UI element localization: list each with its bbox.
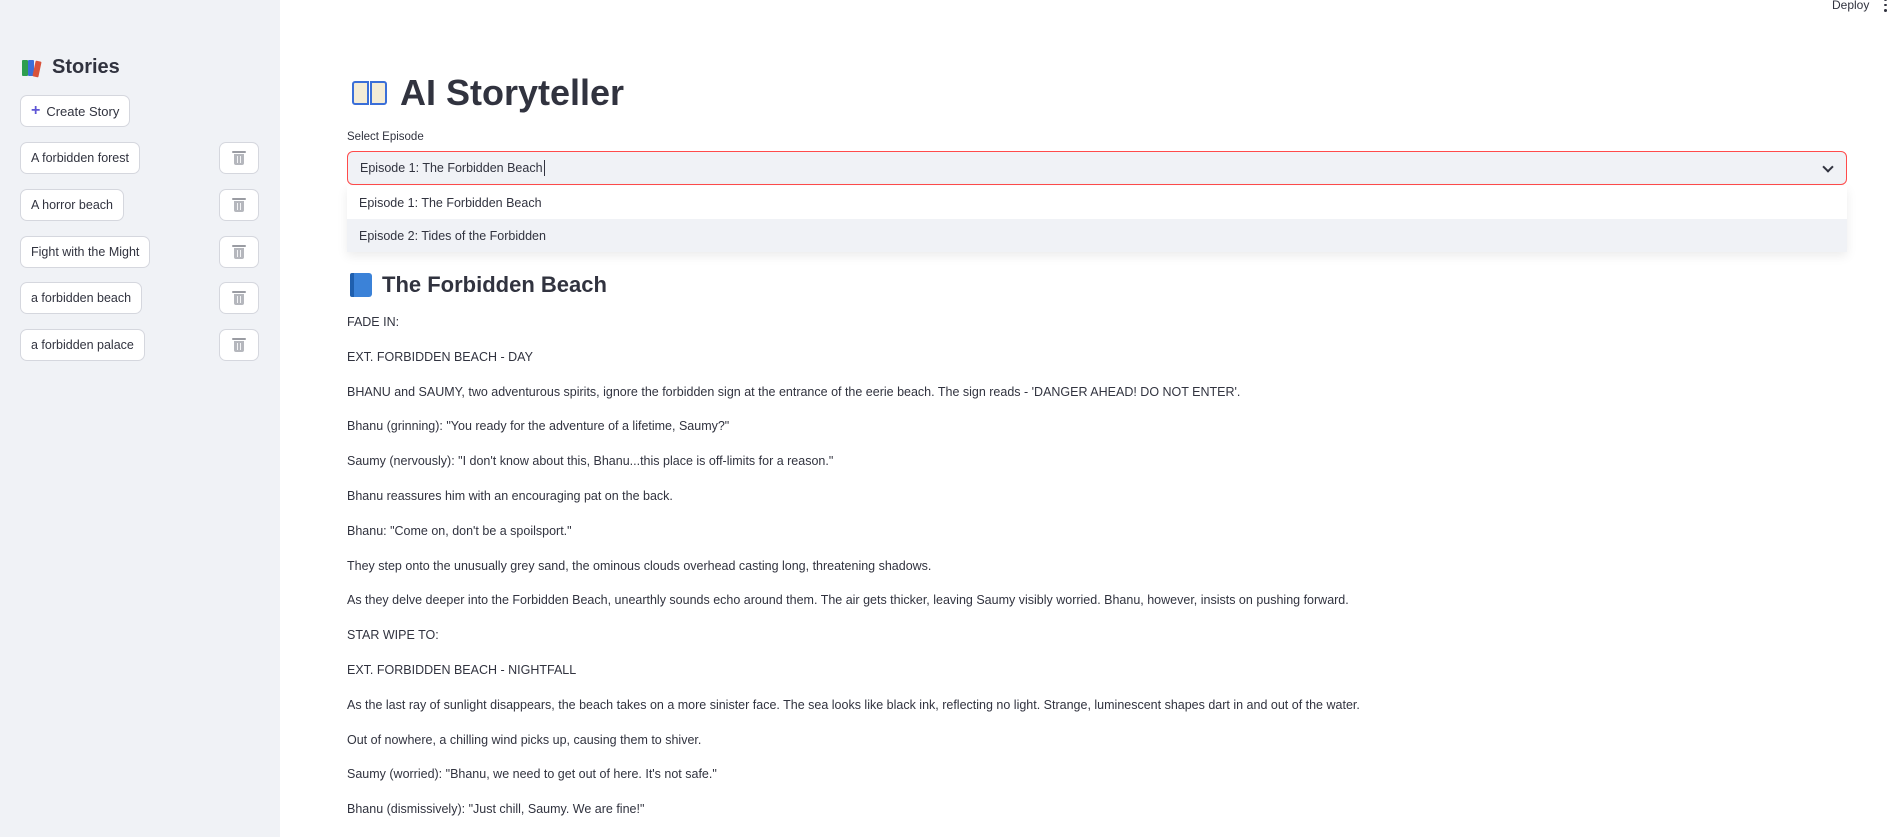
- script-line: EXT. FORBIDDEN BEACH - NIGHTFALL: [347, 662, 577, 677]
- script-line: STAR WIPE TO:: [347, 628, 439, 643]
- script-line: Out of nowhere, a chilling wind picks up…: [347, 732, 702, 747]
- episode-option[interactable]: Episode 1: The Forbidden Beach: [347, 186, 1847, 219]
- page-title-text: AI Storyteller: [400, 72, 625, 113]
- story-row: a forbidden beach: [20, 282, 259, 314]
- open-book-icon: [352, 79, 388, 107]
- books-icon: [22, 58, 44, 78]
- more-vertical-icon[interactable]: [1884, 0, 1888, 13]
- story-button[interactable]: a forbidden palace: [20, 329, 145, 361]
- script-line: As the last ray of sunlight disappears, …: [347, 697, 1360, 712]
- script-line: BHANU and SAUMY, two adventurous spirits…: [347, 384, 1241, 399]
- script-line: As they delve deeper into the Forbidden …: [347, 593, 1349, 608]
- sidebar-title: Stories: [22, 56, 120, 79]
- script-line: Bhanu: "Come on, don't be a spoilsport.": [347, 523, 572, 538]
- delete-story-button[interactable]: [219, 236, 259, 268]
- script-line: Bhanu (dismissively): "Just chill, Saumy…: [347, 802, 645, 817]
- delete-story-button[interactable]: [219, 329, 259, 361]
- story-button[interactable]: Fight with the Might: [20, 236, 151, 268]
- story-row: A horror beach: [20, 189, 259, 221]
- select-episode-label: Select Episode: [347, 131, 424, 143]
- story-row: A forbidden forest: [20, 142, 259, 174]
- text-caret: [543, 160, 545, 176]
- story-button[interactable]: A horror beach: [20, 189, 124, 221]
- script-line: Bhanu (grinning): "You ready for the adv…: [347, 419, 730, 434]
- delete-story-button[interactable]: [219, 282, 259, 314]
- episode-dropdown: Episode 1: The Forbidden Beach Episode 2…: [347, 186, 1847, 252]
- sidebar-title-text: Stories: [52, 56, 120, 78]
- script-line: FADE IN:: [347, 315, 400, 329]
- create-story-button[interactable]: + Create Story: [20, 95, 131, 127]
- story-button[interactable]: a forbidden beach: [20, 282, 143, 314]
- trash-icon: [232, 198, 246, 212]
- story-button[interactable]: A forbidden forest: [20, 142, 140, 174]
- deploy-button[interactable]: Deploy: [1832, 0, 1869, 12]
- create-story-label: Create Story: [46, 103, 120, 119]
- episode-title-text: The Forbidden Beach: [382, 272, 607, 297]
- script-line: They step onto the unusually grey sand, …: [347, 558, 932, 573]
- blue-book-icon: [350, 273, 372, 297]
- episode-select-value: Episode 1: The Forbidden Beach: [360, 161, 543, 175]
- story-row: Fight with the Might: [20, 236, 259, 268]
- story-row: a forbidden palace: [20, 329, 259, 361]
- trash-icon: [232, 338, 246, 352]
- episode-option[interactable]: Episode 2: Tides of the Forbidden: [347, 219, 1847, 252]
- script-line: EXT. FORBIDDEN BEACH - DAY: [347, 349, 533, 364]
- delete-story-button[interactable]: [219, 142, 259, 174]
- script-line: Bhanu reassures him with an encouraging …: [347, 488, 673, 503]
- chevron-down-icon[interactable]: [1822, 161, 1834, 173]
- trash-icon: [232, 151, 246, 165]
- script-line: Saumy (worried): "Bhanu, we need to get …: [347, 767, 717, 782]
- episode-title: The Forbidden Beach: [350, 272, 607, 298]
- plus-icon: +: [31, 102, 41, 119]
- script-line: Saumy (nervously): "I don't know about t…: [347, 454, 834, 469]
- episode-select[interactable]: Episode 1: The Forbidden Beach: [347, 151, 1847, 185]
- episode-script: FADE IN: EXT. FORBIDDEN BEACH - DAY BHAN…: [347, 314, 1847, 836]
- delete-story-button[interactable]: [219, 189, 259, 221]
- page-title: AI Storyteller: [352, 72, 624, 114]
- sidebar: Stories + Create Story A forbidden fores…: [0, 0, 280, 837]
- trash-icon: [232, 245, 246, 259]
- trash-icon: [232, 291, 246, 305]
